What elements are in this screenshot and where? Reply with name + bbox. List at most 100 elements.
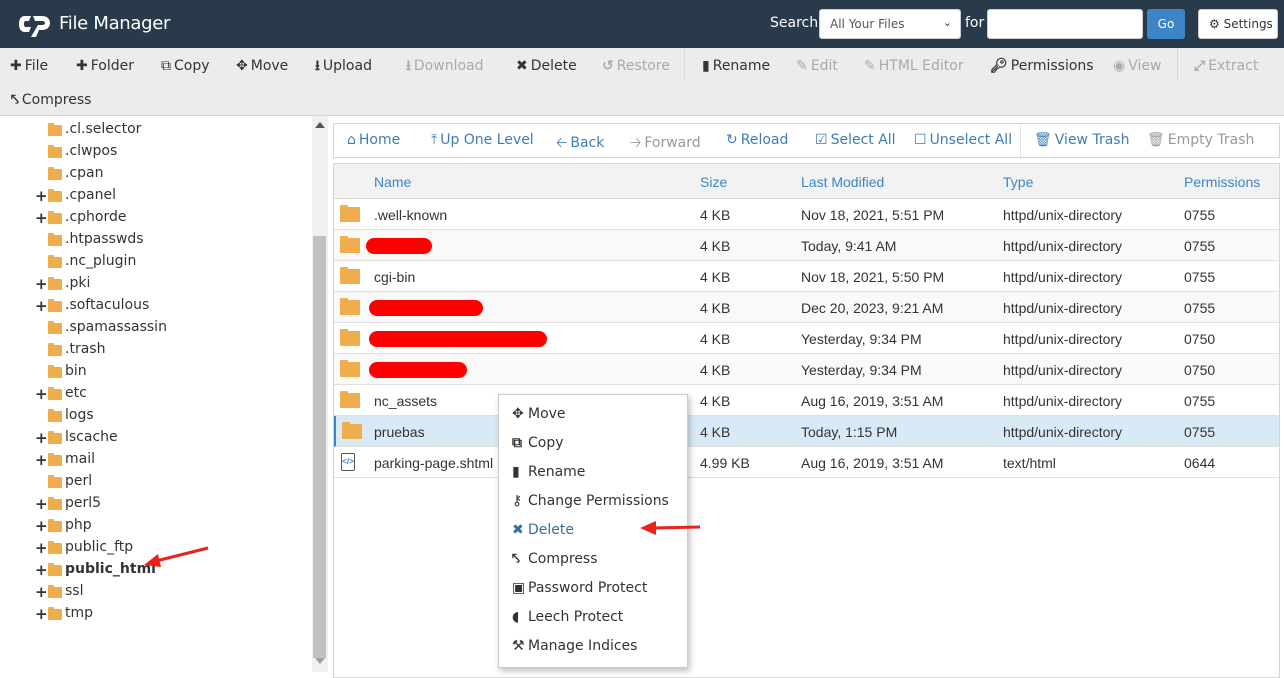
unselect-all-button[interactable]: ☐ Unselect All (914, 132, 1012, 148)
context-menu-item-compress[interactable]: ⤣ Compress (512, 548, 598, 570)
upload-button[interactable]: ⭳ Upload (315, 56, 372, 76)
column-header-name[interactable]: Name (374, 174, 411, 190)
up-one-level-button[interactable]: ⤒ Up One Level (431, 132, 534, 148)
move-button[interactable]: ✥ Move (236, 56, 288, 76)
scroll-down-arrow-icon[interactable] (315, 658, 325, 664)
delete-button[interactable]: ✖ Delete (516, 56, 577, 76)
tree-item-label: lscache (65, 429, 118, 445)
app-title: File Manager (59, 13, 171, 34)
edit-label: Edit (810, 58, 838, 74)
folder-icon (48, 277, 62, 290)
folder-icon (340, 360, 360, 377)
column-header-last-modified[interactable]: Last Modified (801, 174, 884, 190)
context-menu-item-delete[interactable]: ✖ Delete (512, 519, 574, 541)
home-label: Home (358, 132, 401, 148)
context-menu-item-password-protect[interactable]: ▣ Password Protect (512, 577, 647, 599)
empty-trash-label: Empty Trash (1167, 132, 1255, 148)
table-row[interactable]: cgi-bin 4 KB Nov 18, 2021, 5:50 PM httpd/un… (334, 261, 1279, 292)
forward-button[interactable]: 🡢 Forward (630, 132, 701, 156)
key-icon: ⚷ (512, 493, 523, 509)
view-trash-button[interactable]: 🗑︎ View Trash (1034, 132, 1129, 148)
table-row[interactable]: 4 KB Yesterday, 9:34 PM httpd/unix-directo… (334, 354, 1279, 385)
table-row[interactable]: .well-known 4 KB Nov 18, 2021, 5:51 PM http… (334, 199, 1279, 230)
file-size: 4 KB (700, 300, 731, 316)
file-name[interactable]: nc_assets (374, 393, 437, 409)
permissions-button[interactable]: 🔑︎ Permissions (990, 56, 1094, 76)
context-menu-item-leech-protect[interactable]: ◖ Leech Protect (512, 606, 623, 628)
expand-icon[interactable]: + (35, 451, 48, 469)
folder-icon (340, 236, 360, 253)
column-header-permissions[interactable]: Permissions (1184, 174, 1260, 190)
expand-icon[interactable]: + (35, 187, 48, 205)
download-button[interactable]: ⭳ Download (406, 56, 484, 76)
folder-icon (48, 255, 62, 268)
expand-icon[interactable]: + (35, 539, 48, 557)
new-file-button[interactable]: ✚ File (10, 56, 48, 76)
table-row[interactable]: 4 KB Today, 9:41 AM httpd/unix-directory 07… (334, 230, 1279, 261)
rename-button[interactable]: ▮ Rename (702, 56, 770, 76)
expand-icon[interactable]: + (35, 561, 48, 579)
folder-icon (48, 321, 62, 334)
expand-icon[interactable]: + (35, 495, 48, 513)
context-menu-label: Compress (528, 551, 598, 567)
html-editor-button[interactable]: ✎ HTML Editor (864, 56, 964, 76)
new-folder-button[interactable]: ✚ Folder (76, 56, 134, 76)
annotation-arrow-icon (144, 546, 209, 567)
expand-icon[interactable]: + (35, 429, 48, 447)
go-button[interactable]: Go (1147, 9, 1185, 39)
file-modified: Today, 9:41 AM (801, 238, 897, 254)
file-name[interactable]: pruebas (374, 424, 425, 440)
tree-item-label: perl (65, 473, 93, 489)
folder-icon (340, 298, 360, 315)
tree-scrollbar[interactable] (312, 116, 328, 672)
file-name[interactable]: cgi-bin (374, 269, 415, 285)
context-menu-label: Move (528, 406, 566, 422)
file-size: 4 KB (700, 269, 731, 285)
folder-icon (48, 189, 62, 202)
view-button[interactable]: ◉ View (1113, 56, 1161, 76)
toolbar-divider (684, 50, 685, 82)
empty-trash-button[interactable]: 🗑︎ Empty Trash (1147, 132, 1254, 148)
table-row[interactable]: nc_assets 4 KB Aug 16, 2019, 3:51 AM httpd/… (334, 385, 1279, 416)
scroll-up-arrow-icon[interactable] (315, 122, 325, 128)
file-type: httpd/unix-directory (1003, 424, 1123, 440)
extract-button[interactable]: ⤢ Extract (1194, 56, 1258, 76)
column-header-size[interactable]: Size (700, 174, 727, 190)
expand-icon[interactable]: + (35, 517, 48, 535)
expand-icon[interactable]: + (35, 209, 48, 227)
context-menu-item-change-permissions[interactable]: ⚷ Change Permissions (512, 490, 669, 512)
table-row[interactable]: 4 KB Dec 20, 2023, 9:21 AM httpd/unix-dire… (334, 292, 1279, 323)
expand-icon[interactable]: + (35, 605, 48, 623)
back-button[interactable]: 🡠 Back (556, 132, 604, 156)
column-header-type[interactable]: Type (1003, 174, 1033, 190)
table-row[interactable]: pruebas 4 KB Today, 1:15 PM httpd/unix-dire… (334, 416, 1279, 447)
expand-icon[interactable]: + (35, 275, 48, 293)
home-button[interactable]: ⌂ Home (347, 132, 400, 148)
redaction-mark (366, 238, 432, 254)
folder-icon (48, 431, 62, 444)
expand-icon[interactable]: + (35, 297, 48, 315)
context-menu-item-copy[interactable]: ⧉ Copy (512, 432, 564, 454)
search-scope-select[interactable]: All Your Files ⌄ (819, 9, 961, 39)
restore-button[interactable]: ↺ Restore (602, 56, 670, 76)
edit-button[interactable]: ✎ Edit (796, 56, 838, 76)
restore-label: Restore (616, 58, 670, 74)
scroll-thumb[interactable] (313, 236, 326, 658)
expand-icon[interactable]: + (35, 385, 48, 403)
tree-item-label: .clwpos (65, 143, 118, 159)
reload-button[interactable]: ↻ Reload (726, 132, 788, 148)
compress-button[interactable]: ⤣ Compress (11, 90, 91, 110)
expand-icon[interactable]: + (35, 583, 48, 601)
tree-item-label: .cpanel (65, 187, 116, 203)
file-name[interactable]: parking-page.shtml (374, 455, 493, 471)
settings-button[interactable]: ⚙ Settings (1198, 9, 1278, 39)
context-menu-item-move[interactable]: ✥ Move (512, 403, 566, 425)
file-name[interactable]: .well-known (374, 207, 447, 223)
table-row[interactable]: </> parking-page.shtml 4.99 KB Aug 16, 2019… (334, 447, 1279, 478)
search-input[interactable] (987, 9, 1143, 39)
copy-button[interactable]: ⧉ Copy (161, 56, 210, 76)
context-menu-item-rename[interactable]: ▮ Rename (512, 461, 585, 483)
context-menu-item-manage-indices[interactable]: ⚒ Manage Indices (512, 635, 637, 657)
select-all-button[interactable]: ☑ Select All (815, 132, 896, 148)
table-row[interactable]: 4 KB Yesterday, 9:34 PM httpd/unix-directo… (334, 323, 1279, 354)
